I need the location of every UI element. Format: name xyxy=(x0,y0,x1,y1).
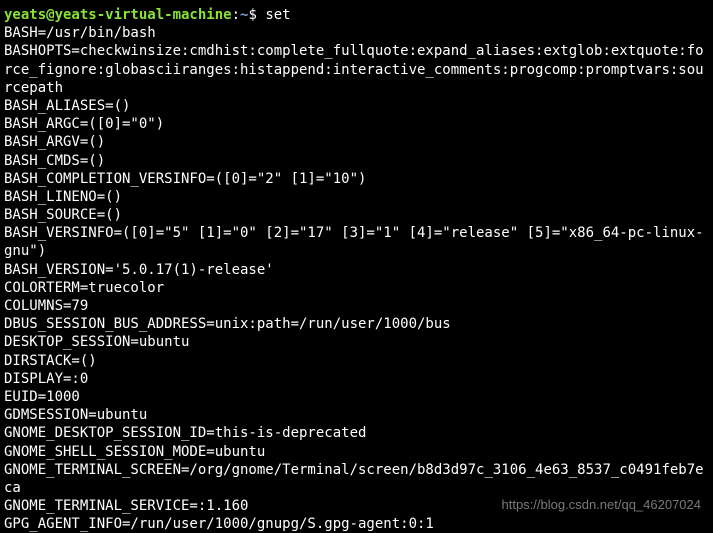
output-line: BASH_VERSINFO=([0]="5" [1]="0" [2]="17" … xyxy=(4,225,704,259)
output-line: BASH_ARGV=() xyxy=(4,134,105,150)
output-line: EUID=1000 xyxy=(4,389,80,405)
output-line: DESKTOP_SESSION=ubuntu xyxy=(4,334,189,350)
terminal-output[interactable]: yeats@yeats-virtual-machine:~$ set BASH=… xyxy=(4,6,709,533)
prompt-user-host: yeats@yeats-virtual-machine xyxy=(4,7,232,23)
output-line: BASH_COMPLETION_VERSINFO=([0]="2" [1]="1… xyxy=(4,171,366,187)
prompt-separator-colon: : xyxy=(232,7,240,23)
output-line: COLUMNS=79 xyxy=(4,298,88,314)
output-line: BASH_SOURCE=() xyxy=(4,207,122,223)
output-line: GNOME_DESKTOP_SESSION_ID=this-is-depreca… xyxy=(4,425,366,441)
command-text: set xyxy=(265,7,290,23)
output-line: GDMSESSION=ubuntu xyxy=(4,407,147,423)
output-line: GNOME_TERMINAL_SCREEN=/org/gnome/Termina… xyxy=(4,462,704,496)
output-line: BASH=/usr/bin/bash xyxy=(4,25,156,41)
output-line: GNOME_SHELL_SESSION_MODE=ubuntu xyxy=(4,444,265,460)
watermark-text: https://blog.csdn.net/qq_46207024 xyxy=(502,497,702,514)
output-line: BASH_CMDS=() xyxy=(4,153,105,169)
output-line: DIRSTACK=() xyxy=(4,353,97,369)
output-line: GNOME_TERMINAL_SERVICE=:1.160 xyxy=(4,498,248,514)
output-line: BASH_ALIASES=() xyxy=(4,98,130,114)
prompt-separator-dollar: $ xyxy=(248,7,265,23)
output-line: BASH_LINENO=() xyxy=(4,189,122,205)
output-line: DISPLAY=:0 xyxy=(4,371,88,387)
output-line: BASH_ARGC=([0]="0") xyxy=(4,116,164,132)
output-line: BASH_VERSION='5.0.17(1)-release' xyxy=(4,262,274,278)
output-line: GPG_AGENT_INFO=/run/user/1000/gnupg/S.gp… xyxy=(4,516,434,532)
output-line: BASHOPTS=checkwinsize:cmdhist:complete_f… xyxy=(4,43,704,95)
output-line: DBUS_SESSION_BUS_ADDRESS=unix:path=/run/… xyxy=(4,316,451,332)
output-line: COLORTERM=truecolor xyxy=(4,280,164,296)
